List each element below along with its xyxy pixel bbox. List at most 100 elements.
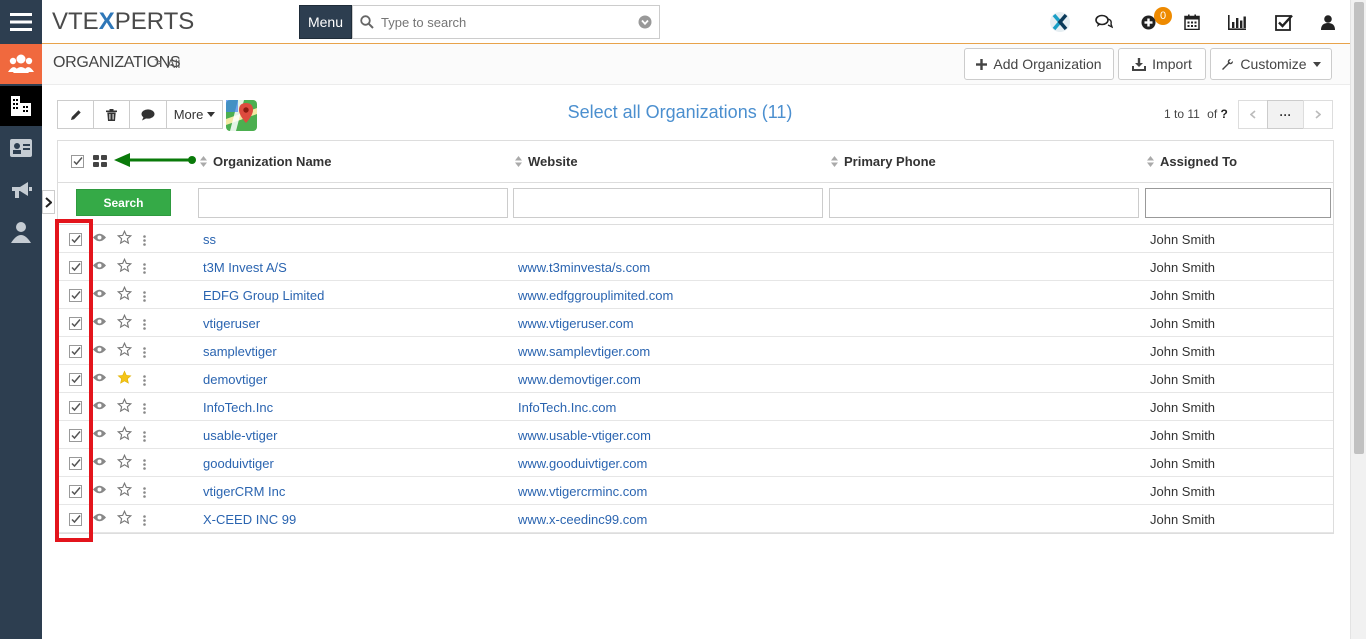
add-organization-button[interactable]: Add Organization bbox=[964, 48, 1114, 80]
view-eye-icon[interactable] bbox=[93, 485, 106, 494]
more-vertical-icon[interactable] bbox=[143, 234, 146, 246]
view-eye-icon[interactable] bbox=[93, 261, 106, 270]
view-eye-icon[interactable] bbox=[93, 233, 106, 242]
next-page-button[interactable] bbox=[1303, 100, 1333, 129]
filter-organization-name-input[interactable] bbox=[198, 188, 508, 218]
organization-name-link[interactable]: EDFG Group Limited bbox=[203, 288, 324, 303]
column-header-primary-phone[interactable]: Primary Phone bbox=[831, 154, 936, 169]
table-row[interactable]: gooduivtiger www.gooduivtiger.com John Smi… bbox=[58, 449, 1333, 477]
menu-button[interactable]: Menu bbox=[299, 5, 352, 39]
star-outline-icon[interactable] bbox=[117, 285, 132, 301]
page-scrollbar[interactable] bbox=[1350, 0, 1366, 639]
tasks-checkbox-icon[interactable] bbox=[1270, 0, 1298, 44]
table-row[interactable]: usable-vtiger www.usable-vtiger.com John S… bbox=[58, 421, 1333, 449]
table-row[interactable]: ss John Smith bbox=[58, 225, 1333, 253]
table-row[interactable]: vtigeruser www.vtigeruser.com John Smith bbox=[58, 309, 1333, 337]
hamburger-menu-icon[interactable] bbox=[0, 2, 42, 42]
search-input[interactable] bbox=[381, 14, 631, 30]
more-vertical-icon[interactable] bbox=[143, 486, 146, 498]
star-outline-icon[interactable] bbox=[117, 341, 132, 357]
star-outline-icon[interactable] bbox=[117, 229, 132, 245]
vtexperts-extension-icon[interactable] bbox=[1046, 0, 1074, 44]
sidebar-expand-toggle[interactable] bbox=[42, 190, 55, 214]
website-link[interactable]: www.vtigeruser.com bbox=[518, 316, 634, 331]
organization-name-link[interactable]: t3M Invest A/S bbox=[203, 260, 287, 275]
search-dropdown-icon[interactable] bbox=[631, 15, 659, 29]
star-outline-icon[interactable] bbox=[117, 481, 132, 497]
filter-primary-phone-input[interactable] bbox=[829, 188, 1139, 218]
global-search[interactable] bbox=[352, 5, 660, 39]
star-outline-icon[interactable] bbox=[117, 313, 132, 329]
view-eye-icon[interactable] bbox=[93, 401, 106, 410]
website-link[interactable]: www.samplevtiger.com bbox=[518, 344, 650, 359]
chat-bubbles-icon[interactable] bbox=[1090, 0, 1118, 44]
more-vertical-icon[interactable] bbox=[143, 346, 146, 358]
table-row[interactable]: t3M Invest A/S www.t3minvesta/s.com John S… bbox=[58, 253, 1333, 281]
previous-page-button[interactable] bbox=[1238, 100, 1268, 129]
column-header-assigned-to[interactable]: Assigned To bbox=[1147, 154, 1237, 169]
more-vertical-icon[interactable] bbox=[143, 430, 146, 442]
star-filled-icon[interactable] bbox=[117, 369, 132, 385]
website-link[interactable]: www.t3minvesta/s.com bbox=[518, 260, 650, 275]
organization-name-link[interactable]: usable-vtiger bbox=[203, 428, 277, 443]
import-button[interactable]: Import bbox=[1118, 48, 1206, 80]
total-count-button[interactable]: ? bbox=[1221, 107, 1228, 121]
campaign-megaphone-icon[interactable] bbox=[0, 170, 42, 210]
view-eye-icon[interactable] bbox=[93, 457, 106, 466]
view-eye-icon[interactable] bbox=[93, 513, 106, 522]
column-header-website[interactable]: Website bbox=[515, 154, 578, 169]
organization-name-link[interactable]: InfoTech.Inc bbox=[203, 400, 273, 415]
column-header-organization-name[interactable]: Organization Name bbox=[200, 154, 331, 169]
more-vertical-icon[interactable] bbox=[143, 514, 146, 526]
website-link[interactable]: www.x-ceedinc99.com bbox=[518, 512, 647, 527]
more-vertical-icon[interactable] bbox=[143, 318, 146, 330]
more-vertical-icon[interactable] bbox=[143, 374, 146, 386]
reports-chart-icon[interactable] bbox=[1223, 0, 1251, 44]
organization-name-link[interactable]: demovtiger bbox=[203, 372, 267, 387]
organization-name-link[interactable]: ss bbox=[203, 232, 216, 247]
organization-name-link[interactable]: samplevtiger bbox=[203, 344, 277, 359]
table-row[interactable]: EDFG Group Limited www.edfggrouplimited.c… bbox=[58, 281, 1333, 309]
breadcrumb-view[interactable]: All bbox=[167, 57, 180, 71]
vtexperts-logo[interactable]: VTEXPERTS bbox=[52, 8, 194, 36]
table-row[interactable]: X-CEED INC 99 www.x-ceedinc99.com John Smi… bbox=[58, 505, 1333, 533]
google-maps-icon[interactable] bbox=[226, 100, 257, 131]
star-outline-icon[interactable] bbox=[117, 257, 132, 273]
edit-button[interactable] bbox=[57, 100, 94, 129]
website-link[interactable]: www.usable-vtiger.com bbox=[518, 428, 651, 443]
view-eye-icon[interactable] bbox=[93, 373, 106, 382]
table-row[interactable]: vtigerCRM Inc www.vtigercrminc.com John Sm… bbox=[58, 477, 1333, 505]
user-account-icon[interactable] bbox=[1314, 0, 1342, 44]
table-row[interactable]: samplevtiger www.samplevtiger.com John Smi… bbox=[58, 337, 1333, 365]
comment-button[interactable] bbox=[129, 100, 167, 129]
scrollbar-thumb[interactable] bbox=[1354, 2, 1364, 454]
calendar-icon[interactable] bbox=[1178, 0, 1206, 44]
organization-name-link[interactable]: vtigerCRM Inc bbox=[203, 484, 285, 499]
filter-assigned-to-input[interactable] bbox=[1145, 188, 1331, 218]
website-link[interactable]: www.gooduivtiger.com bbox=[518, 456, 647, 471]
more-vertical-icon[interactable] bbox=[143, 290, 146, 302]
more-vertical-icon[interactable] bbox=[143, 262, 146, 274]
contact-card-icon[interactable] bbox=[0, 128, 42, 168]
website-link[interactable]: www.demovtiger.com bbox=[518, 372, 641, 387]
search-button[interactable]: Search bbox=[76, 189, 171, 216]
organization-name-link[interactable]: vtigeruser bbox=[203, 316, 260, 331]
view-eye-icon[interactable] bbox=[93, 317, 106, 326]
organizations-module-icon[interactable] bbox=[0, 86, 42, 126]
organization-name-link[interactable]: gooduivtiger bbox=[203, 456, 274, 471]
select-all-link[interactable]: Select all Organizations (11) bbox=[400, 102, 960, 123]
table-row[interactable]: InfoTech.Inc InfoTech.Inc.com John Smith bbox=[58, 393, 1333, 421]
more-vertical-icon[interactable] bbox=[143, 458, 146, 470]
view-eye-icon[interactable] bbox=[93, 345, 106, 354]
user-profile-icon[interactable] bbox=[0, 212, 42, 252]
star-outline-icon[interactable] bbox=[117, 397, 132, 413]
quick-create-plus-icon[interactable] bbox=[1134, 0, 1162, 44]
customize-dropdown-button[interactable]: Customize bbox=[1210, 48, 1332, 80]
view-eye-icon[interactable] bbox=[93, 289, 106, 298]
view-eye-icon[interactable] bbox=[93, 429, 106, 438]
website-link[interactable]: www.vtigercrminc.com bbox=[518, 484, 647, 499]
star-outline-icon[interactable] bbox=[117, 425, 132, 441]
contacts-module-icon[interactable] bbox=[0, 44, 42, 84]
organization-name-link[interactable]: X-CEED INC 99 bbox=[203, 512, 296, 527]
star-outline-icon[interactable] bbox=[117, 453, 132, 469]
